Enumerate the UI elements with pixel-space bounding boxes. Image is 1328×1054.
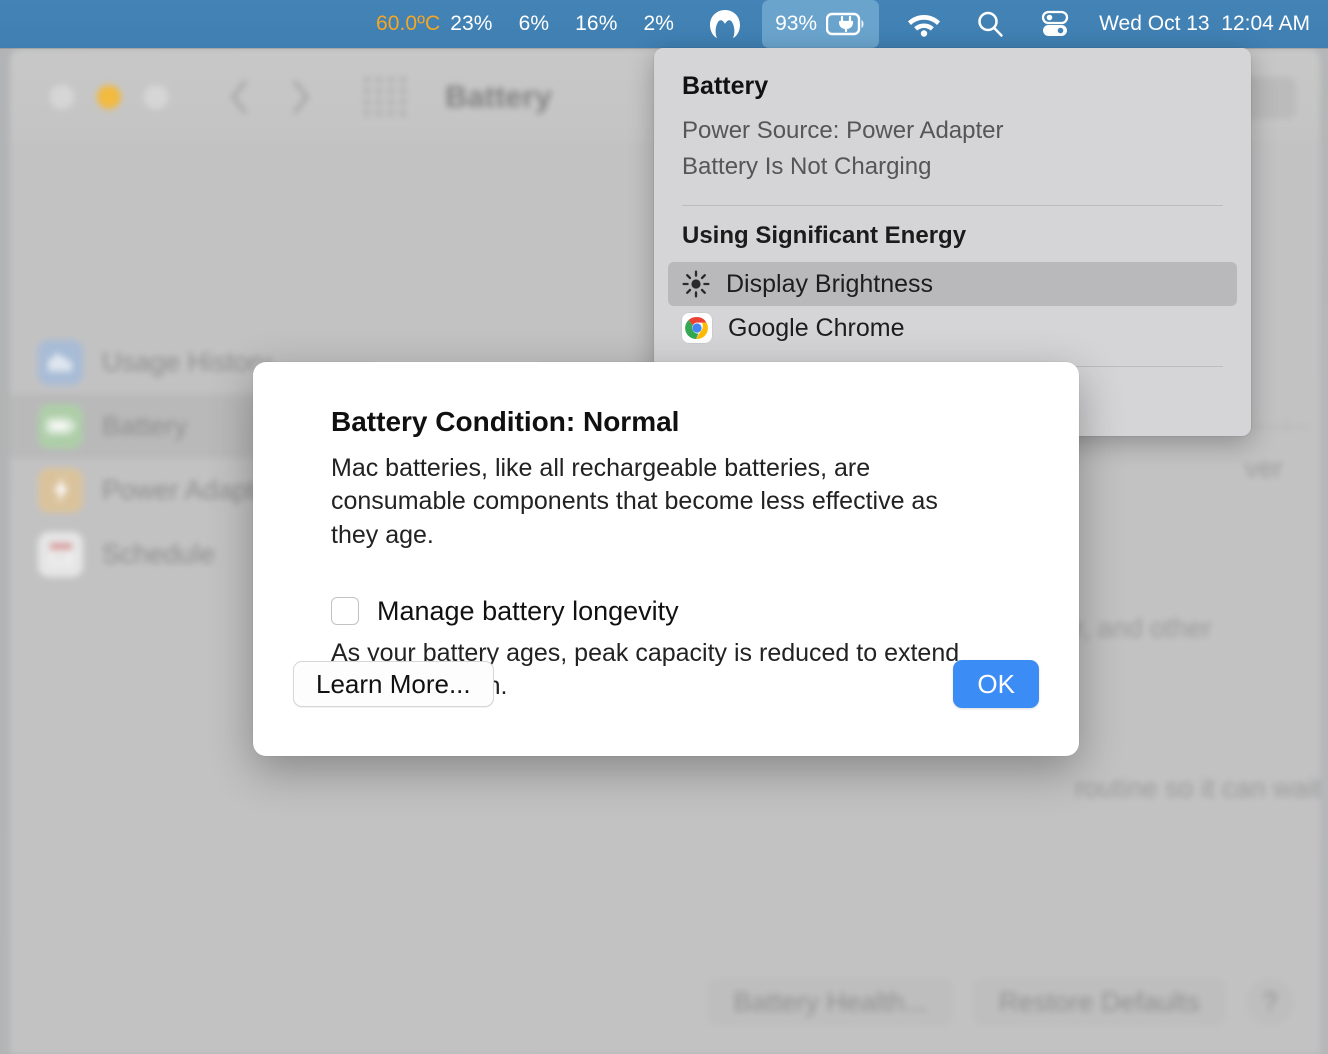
checkbox-box[interactable] <box>331 597 359 626</box>
restore-defaults-button[interactable]: Restore Defaults <box>972 978 1226 1026</box>
menu-stat-23[interactable]: 23% <box>444 0 498 48</box>
right-text-fragment-1: ver <box>1245 453 1283 483</box>
spotlight-search-icon[interactable] <box>969 0 1011 48</box>
menu-separator-1 <box>682 205 1223 206</box>
window-footer: Battery Health... Restore Defaults ? <box>10 978 1320 1026</box>
show-all-grid-icon[interactable] <box>364 77 407 116</box>
menu-item-label: Display Brightness <box>726 269 934 298</box>
control-center-icon[interactable] <box>1033 0 1077 48</box>
menu-bar: 60.0ºC 23% 6% 16% 2% 93% Wed Oct 13 12:0… <box>0 0 1328 48</box>
sidebar-item-label: Usage History <box>102 346 272 377</box>
search-glyph <box>978 11 1003 37</box>
wifi-icon[interactable] <box>901 0 947 48</box>
sun-icon <box>682 270 710 298</box>
page-title: Battery <box>445 78 552 114</box>
ok-button[interactable]: OK <box>953 660 1039 708</box>
menu-item-display-brightness[interactable]: Display Brightness <box>668 262 1237 306</box>
menu-stat-2[interactable]: 2% <box>638 0 681 48</box>
zoom-button[interactable] <box>144 84 168 109</box>
learn-more-button[interactable]: Learn More... <box>293 661 494 707</box>
dialog-actions: Learn More... OK <box>293 660 1039 708</box>
help-button[interactable]: ? <box>1246 978 1294 1026</box>
minimize-button[interactable] <box>97 84 121 109</box>
chrome-icon <box>682 313 712 343</box>
control-center-glyph <box>1041 10 1069 36</box>
malwarebytes-icon[interactable] <box>702 0 748 48</box>
bolt-icon <box>38 467 83 513</box>
chevron-right-icon[interactable] <box>290 79 312 115</box>
manage-battery-longevity-checkbox[interactable]: Manage battery longevity <box>331 596 1039 627</box>
menu-item-label: Google Chrome <box>728 313 905 342</box>
charge-state-line: Battery Is Not Charging <box>682 153 932 180</box>
malwarebytes-glyph <box>710 10 741 38</box>
menu-stat-6[interactable]: 6% <box>513 0 556 48</box>
dialog-body-text: Mac batteries, like all rechargeable bat… <box>331 454 938 549</box>
menu-item-google-chrome[interactable]: Google Chrome <box>668 306 1237 350</box>
bar-chart-icon <box>38 339 83 385</box>
battery-percent-label: 93% <box>775 12 818 35</box>
close-button[interactable] <box>50 84 74 109</box>
menu-stat-cpu-temperature[interactable]: 60.0ºC <box>370 0 444 48</box>
menu-bar-clock[interactable]: Wed Oct 13 12:04 AM <box>1099 12 1328 36</box>
battery-menu-title: Battery <box>682 72 769 100</box>
battery-health-button[interactable]: Battery Health... <box>707 978 953 1026</box>
dialog-title: Battery Condition: Normal <box>331 406 680 437</box>
battery-charging-icon <box>826 12 864 36</box>
chevron-left-icon[interactable] <box>228 79 250 115</box>
right-text-fragment-3: routine so it can wait <box>1075 773 1320 803</box>
battery-condition-dialog: Battery Condition: Normal Mac batteries,… <box>253 362 1079 756</box>
menu-stat-16[interactable]: 16% <box>569 0 623 48</box>
significant-energy-heading: Using Significant Energy <box>682 222 967 249</box>
sidebar-item-label: Battery <box>102 410 188 441</box>
calendar-icon <box>38 531 83 577</box>
power-source-line: Power Source: Power Adapter <box>682 117 1004 144</box>
wifi-glyph <box>908 15 941 37</box>
battery-icon <box>38 403 83 449</box>
checkbox-label: Manage battery longevity <box>377 595 679 626</box>
sidebar-item-label: Schedule <box>102 538 215 569</box>
nav-arrows <box>228 79 312 115</box>
traffic-lights <box>50 84 168 109</box>
battery-menu-bar-item[interactable]: 93% <box>762 0 880 48</box>
